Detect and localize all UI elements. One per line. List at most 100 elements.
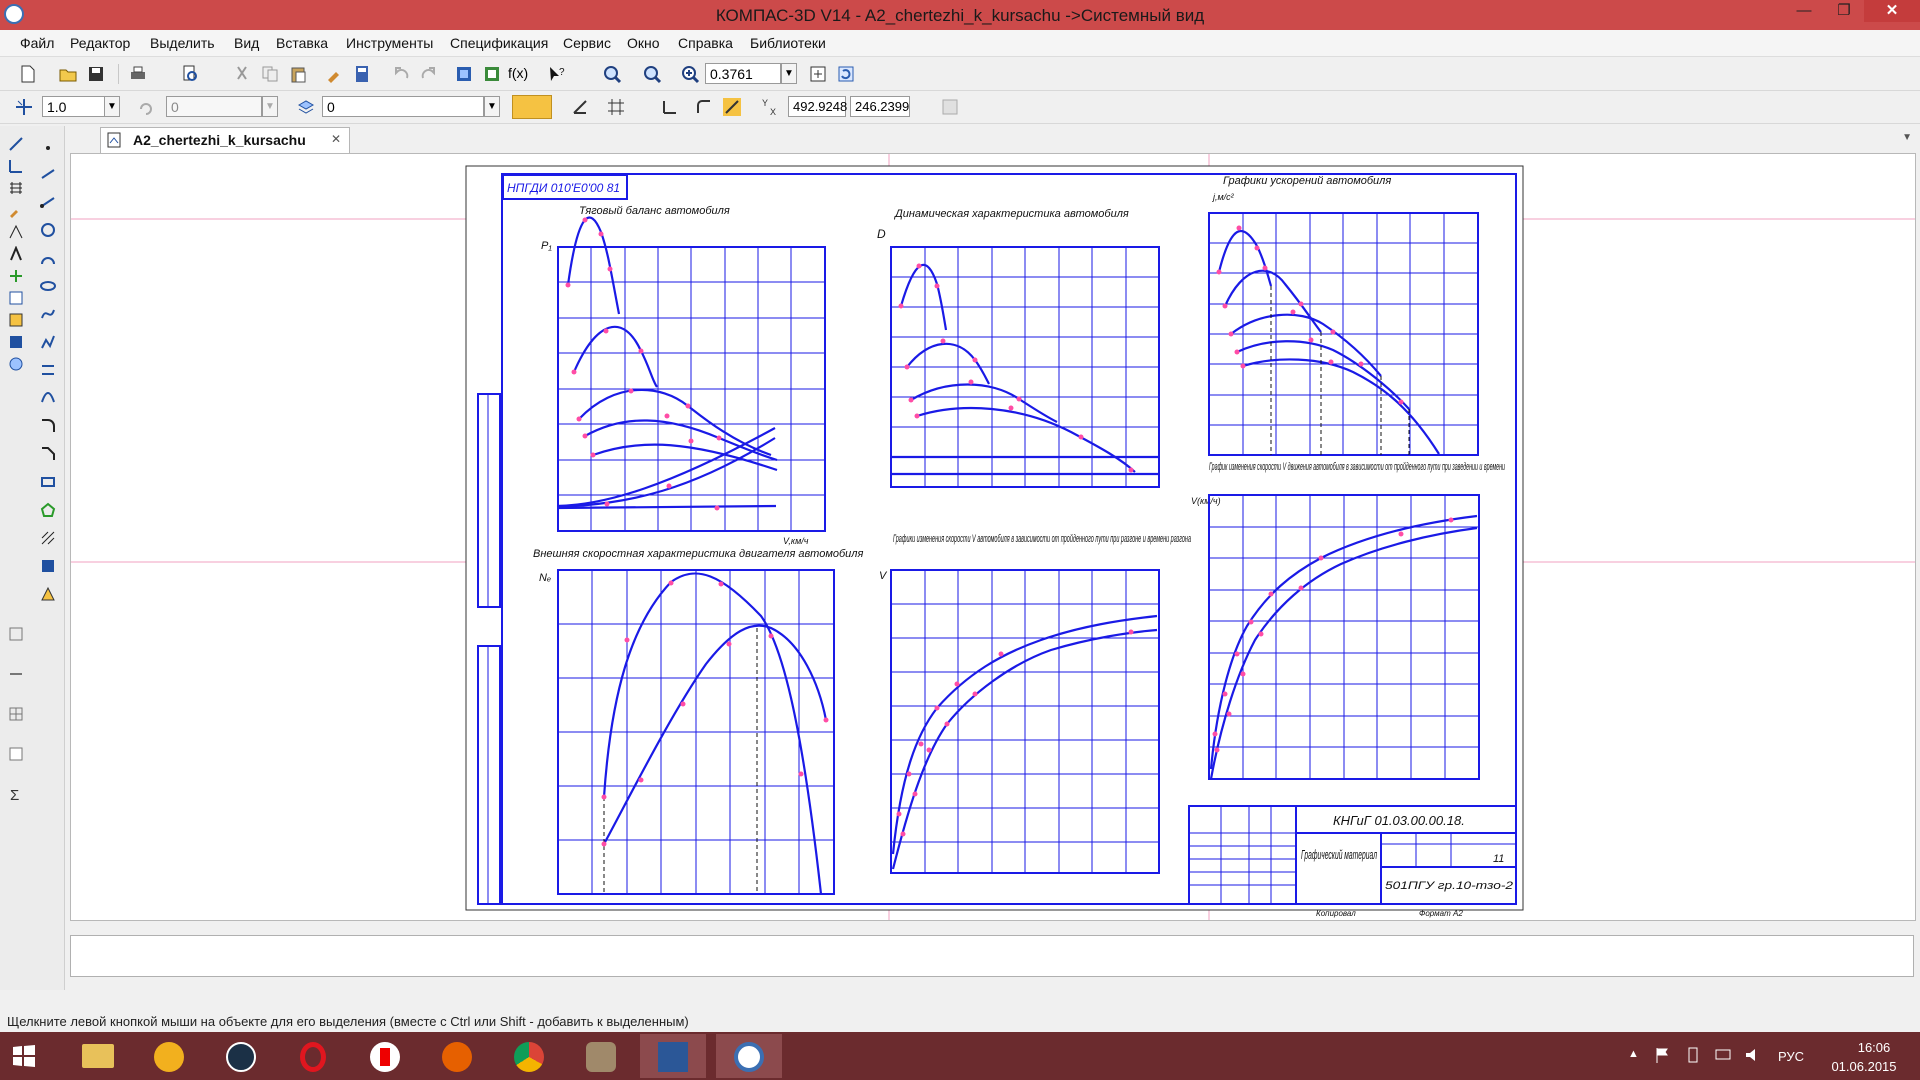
spline-icon[interactable] (40, 306, 56, 322)
menu-service[interactable]: Сервис (563, 35, 611, 51)
taskbar-kompas-icon[interactable] (716, 1034, 782, 1078)
grid-icon[interactable] (606, 97, 626, 117)
zoom-all-icon[interactable] (602, 64, 622, 84)
object-snap-icon[interactable] (722, 97, 742, 117)
edit-icon[interactable] (8, 202, 24, 218)
designations-icon[interactable] (8, 180, 24, 196)
pan-icon[interactable] (808, 64, 828, 84)
taskbar-file-explorer-icon[interactable] (64, 1034, 130, 1078)
maximize-button[interactable]: ❐ (1824, 0, 1864, 22)
layers-icon[interactable] (296, 97, 316, 117)
taskbar-game-icon[interactable] (568, 1034, 634, 1078)
hatch-icon[interactable] (40, 530, 56, 546)
line-icon[interactable] (40, 166, 56, 182)
taskbar-steam-icon[interactable] (208, 1034, 274, 1078)
drawing-canvas[interactable]: НПГДИ 010'E0'00 81 Тяговый баланс автомо… (70, 153, 1916, 921)
local-cs-icon[interactable] (660, 97, 680, 117)
menu-insert[interactable]: Вставка (276, 35, 328, 51)
segment-icon[interactable] (40, 194, 56, 210)
tolerance-icon[interactable] (8, 666, 24, 682)
property-panel[interactable] (70, 935, 1914, 977)
chamfer-icon[interactable] (40, 446, 56, 462)
tray-flag-icon[interactable] (1654, 1046, 1672, 1064)
paste-icon[interactable] (288, 64, 308, 84)
snap-magnet-button[interactable] (512, 95, 552, 119)
polyline-icon[interactable] (40, 334, 56, 350)
open-folder-icon[interactable] (58, 64, 78, 84)
tray-clock-time[interactable]: 16:06 (1846, 1040, 1902, 1055)
angle-dropdown-chevron-icon[interactable]: ▼ (262, 96, 278, 117)
drawing-sheet[interactable]: НПГДИ 010'E0'00 81 Тяговый баланс автомо… (71, 154, 1915, 920)
preview-icon[interactable] (180, 64, 200, 84)
menu-view[interactable]: Вид (234, 35, 259, 51)
calculator-icon[interactable] (352, 64, 372, 84)
taskbar-archicad-icon[interactable] (136, 1034, 202, 1078)
angle-input[interactable]: 0 (166, 96, 262, 117)
library-icon[interactable] (482, 64, 502, 84)
zoom-in-icon[interactable] (680, 64, 700, 84)
measure-icon[interactable] (8, 246, 24, 262)
sum-icon[interactable]: Σ (8, 786, 24, 802)
equidistant-icon[interactable] (40, 362, 56, 378)
ellipse-icon[interactable] (40, 278, 56, 294)
zoom-input[interactable]: 0.3761 (705, 63, 781, 84)
technical-req-icon[interactable] (8, 746, 24, 762)
menu-select[interactable]: Выделить (150, 35, 215, 51)
print-icon[interactable] (128, 64, 148, 84)
coord-x-field[interactable]: 492.9248 (788, 96, 847, 117)
step-input[interactable]: 1.0 (42, 96, 108, 117)
coord-y-field[interactable]: 246.2399 (850, 96, 910, 117)
help-pointer-icon[interactable]: ? (546, 64, 566, 84)
select-icon[interactable] (8, 268, 24, 284)
refresh-icon[interactable] (836, 64, 856, 84)
menu-specification[interactable]: Спецификация (450, 35, 548, 51)
menu-help[interactable]: Справка (678, 35, 733, 51)
cut-icon[interactable] (232, 64, 252, 84)
zoom-dropdown-chevron-icon[interactable]: ▼ (781, 63, 797, 84)
layers-panel-icon[interactable] (8, 356, 24, 372)
new-document-icon[interactable] (18, 64, 38, 84)
taskbar-firefox-icon[interactable] (424, 1034, 490, 1078)
tray-show-hidden-icon[interactable]: ▲ (1628, 1048, 1639, 1060)
tray-clock-date[interactable]: 01.06.2015 (1826, 1059, 1902, 1074)
arc-icon[interactable] (40, 250, 56, 266)
reports-icon[interactable] (8, 312, 24, 328)
document-tab[interactable]: A2_chertezhi_k_kursachu ✕ (100, 127, 350, 153)
step-dropdown-chevron-icon[interactable]: ▼ (104, 96, 120, 117)
save-icon[interactable] (86, 64, 106, 84)
manager-icon[interactable] (454, 64, 474, 84)
menu-editor[interactable]: Редактор (70, 35, 130, 51)
dimensions-icon[interactable] (8, 158, 24, 174)
ortho-icon[interactable] (570, 97, 590, 117)
object-properties-icon[interactable] (940, 97, 960, 117)
tray-battery-icon[interactable] (1684, 1046, 1702, 1064)
grid-step-icon[interactable] (14, 97, 34, 117)
properties-brush-icon[interactable] (324, 64, 344, 84)
copy-icon[interactable] (260, 64, 280, 84)
taskbar-opera-icon[interactable] (280, 1034, 346, 1078)
round-icon[interactable] (694, 97, 714, 117)
taskbar-yandex-icon[interactable] (352, 1034, 418, 1078)
menu-window[interactable]: Окно (627, 35, 660, 51)
menu-libraries[interactable]: Библиотеки (750, 35, 826, 51)
insert-icon[interactable] (8, 334, 24, 350)
menu-tools[interactable]: Инструменты (346, 35, 433, 51)
layer-dropdown-chevron-icon[interactable]: ▼ (484, 96, 500, 117)
bezier-icon[interactable] (40, 390, 56, 406)
minimize-button[interactable]: — (1784, 0, 1824, 22)
taskbar-word-icon[interactable] (640, 1034, 706, 1078)
rectangle-icon[interactable] (40, 474, 56, 490)
fill-icon[interactable] (40, 558, 56, 574)
tab-list-chevron-icon[interactable]: ▼ (1902, 132, 1912, 143)
table-icon[interactable] (8, 706, 24, 722)
polygon-icon[interactable] (40, 502, 56, 518)
windows-start-icon[interactable] (12, 1044, 36, 1068)
undo-icon[interactable] (392, 64, 412, 84)
spec-icon[interactable] (8, 290, 24, 306)
tray-volume-icon[interactable] (1744, 1046, 1762, 1064)
rotate-angle-icon[interactable] (136, 97, 156, 117)
redo-icon[interactable] (418, 64, 438, 84)
geometry-icon[interactable] (8, 136, 24, 152)
layer-input[interactable]: 0 (322, 96, 484, 117)
fillet-icon[interactable] (40, 418, 56, 434)
